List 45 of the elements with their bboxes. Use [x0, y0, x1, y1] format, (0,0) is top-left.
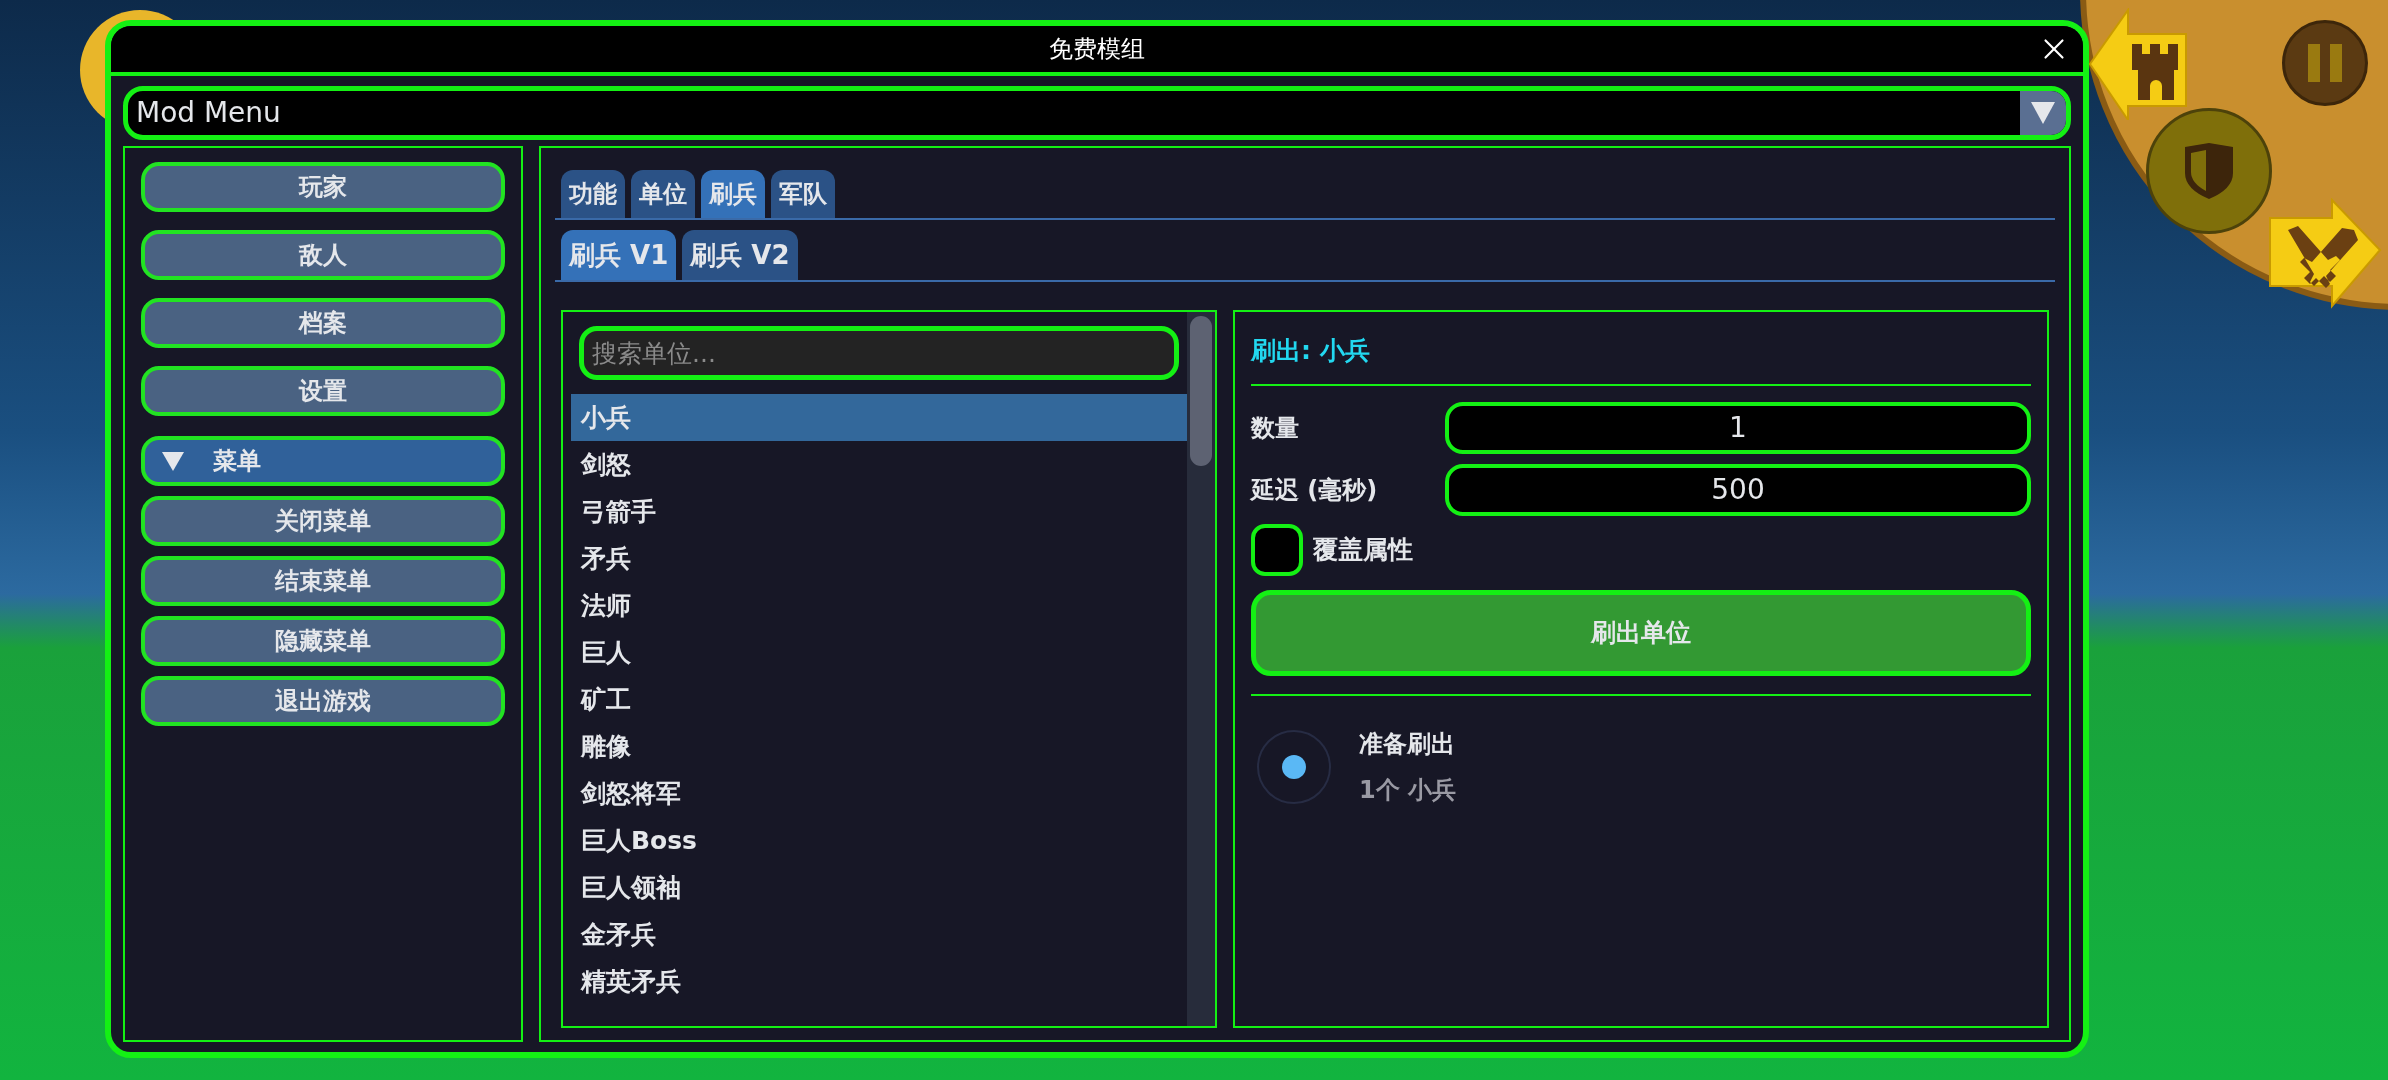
unit-list-item[interactable]: 法师: [571, 582, 1187, 629]
unit-list-item[interactable]: 金矛兵: [571, 911, 1187, 958]
tab[interactable]: 刷兵 V2: [682, 230, 798, 280]
unit-list-item[interactable]: 小兵: [571, 394, 1187, 441]
tab[interactable]: 刷兵 V1: [561, 230, 677, 280]
tab[interactable]: 单位: [631, 170, 695, 218]
unit-list-item[interactable]: 剑怒: [571, 441, 1187, 488]
unit-list-item[interactable]: 剑怒将军: [571, 770, 1187, 817]
field-label: 数量: [1251, 412, 1300, 444]
tab[interactable]: 功能: [561, 170, 625, 218]
menu-button[interactable]: 退出游戏: [141, 676, 505, 726]
unit-list-item[interactable]: 巨人: [571, 629, 1187, 676]
caret-down-icon: [161, 450, 185, 472]
scrollbar-thumb[interactable]: [1190, 316, 1212, 466]
unit-list-item[interactable]: 矿工: [571, 676, 1187, 723]
sidebar-button[interactable]: 敌人: [141, 230, 505, 280]
spawn-title: 刷出: 小兵: [1251, 335, 1371, 367]
menu-button[interactable]: 结束菜单: [141, 556, 505, 606]
unit-list-item[interactable]: 巨人Boss: [571, 817, 1187, 864]
status-detail: 1个 小兵: [1359, 774, 1457, 806]
checkbox[interactable]: [1251, 523, 1303, 576]
number-field[interactable]: 1: [1445, 401, 2031, 454]
field-label: 延迟 (毫秒): [1251, 474, 1379, 506]
unit-list-item[interactable]: 巨人领袖: [571, 864, 1187, 911]
tab[interactable]: 刷兵: [701, 170, 765, 218]
crossed-swords-arrow-icon[interactable]: [2268, 198, 2382, 310]
caret-down-icon: [2030, 101, 2056, 125]
unit-list-item[interactable]: 弓箭手: [571, 488, 1187, 535]
window-title: 免费模组: [1049, 34, 1145, 65]
menu-section-header[interactable]: 菜单: [141, 436, 505, 486]
checkbox-label: 覆盖属性: [1313, 533, 1413, 566]
sidebar-button[interactable]: 设置: [141, 366, 505, 416]
unit-list-item[interactable]: 矛兵: [571, 535, 1187, 582]
number-field[interactable]: 500: [1445, 463, 2031, 516]
unit-list-item[interactable]: 精英矛兵: [571, 958, 1187, 1005]
unit-list-item[interactable]: 雕像: [571, 723, 1187, 770]
sidebar-button[interactable]: 玩家: [141, 162, 505, 212]
sidebar-button[interactable]: 档案: [141, 298, 505, 348]
status-title: 准备刷出: [1359, 728, 1456, 760]
mod-dropdown[interactable]: Mod Menu: [123, 86, 2071, 140]
menu-button[interactable]: 隐藏菜单: [141, 616, 505, 666]
castle-arrow-icon[interactable]: [2088, 8, 2190, 120]
search-field[interactable]: 搜索单位...: [579, 326, 1179, 380]
tab[interactable]: 军队: [771, 170, 835, 218]
menu-button[interactable]: 关闭菜单: [141, 496, 505, 546]
